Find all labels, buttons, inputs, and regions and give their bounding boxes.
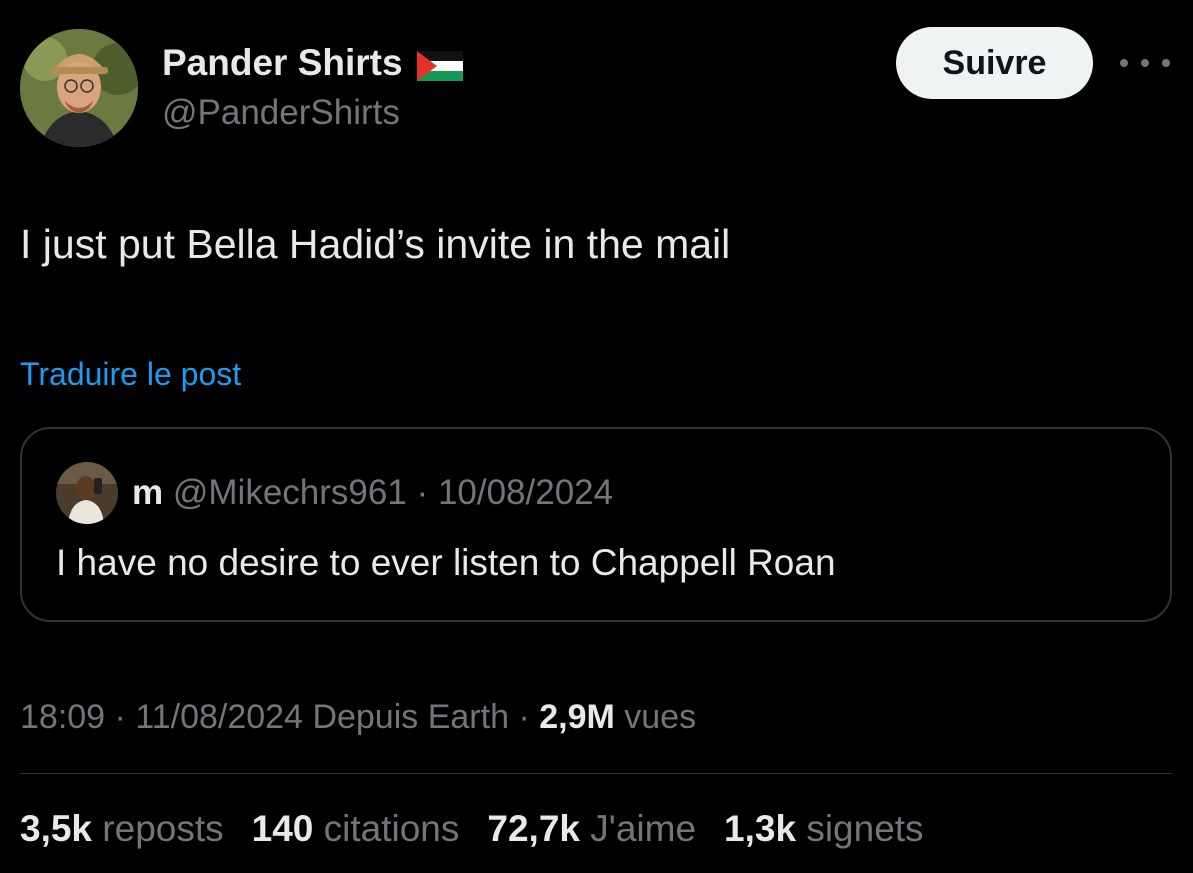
author-avatar[interactable] [20, 29, 138, 147]
follow-button[interactable]: Suivre [896, 27, 1093, 99]
divider [20, 773, 1172, 774]
quote-text: I have no desire to ever listen to Chapp… [56, 542, 836, 583]
tweet-text: I just put Bella Hadid’s invite in the m… [20, 221, 731, 267]
meta-separator: · [114, 698, 126, 736]
palestine-flag-icon [416, 48, 463, 81]
quote-date: 10/08/2024 [437, 473, 614, 512]
stat-label: J'aime [590, 808, 697, 849]
tweet-date[interactable]: 11/08/2024 [135, 698, 303, 736]
engagement-stats: 3,5k reposts 140 citations 72,7k J'aime … [20, 808, 952, 850]
quote-separator: · [416, 473, 429, 512]
citations-stat[interactable]: 140 citations [252, 808, 460, 850]
stat-count: 1,3k [724, 808, 797, 849]
views-count: 2,9M [539, 698, 615, 736]
quote-author-handle: @Mikechrs961 [172, 473, 407, 512]
quote-header: m @Mikechrs961 · 10/08/2024 [132, 473, 613, 513]
tweet-source: Depuis Earth [312, 698, 509, 736]
tweet-meta: 18:09 · 11/08/2024 Depuis Earth · 2,9M v… [20, 698, 696, 737]
stat-label: citations [323, 808, 460, 849]
author-name-text: Pander Shirts [162, 42, 403, 83]
stat-count: 3,5k [20, 808, 93, 849]
stat-count: 72,7k [487, 808, 580, 849]
quoted-tweet-card[interactable]: m @Mikechrs961 · 10/08/2024 I have no de… [20, 427, 1172, 622]
meta-separator: · [518, 698, 530, 736]
quote-author-avatar [56, 462, 118, 524]
stat-label: reposts [102, 808, 224, 849]
views-label: vues [624, 698, 697, 736]
quote-author-name: m [132, 473, 164, 512]
bookmarks-stat[interactable]: 1,3k signets [724, 808, 924, 850]
reposts-stat[interactable]: 3,5k reposts [20, 808, 224, 850]
author-display-name[interactable]: Pander Shirts [162, 42, 463, 84]
likes-stat[interactable]: 72,7k J'aime [487, 808, 696, 850]
stat-count: 140 [251, 808, 314, 849]
stat-label: signets [806, 808, 924, 849]
tweet-time[interactable]: 18:09 [20, 698, 105, 736]
more-options-icon[interactable] [1120, 50, 1170, 76]
author-handle[interactable]: @PanderShirts [162, 93, 400, 133]
tweet-detail: Pander Shirts @PanderShirts Suivre I jus… [0, 0, 1193, 873]
translate-post-link[interactable]: Traduire le post [20, 356, 241, 393]
